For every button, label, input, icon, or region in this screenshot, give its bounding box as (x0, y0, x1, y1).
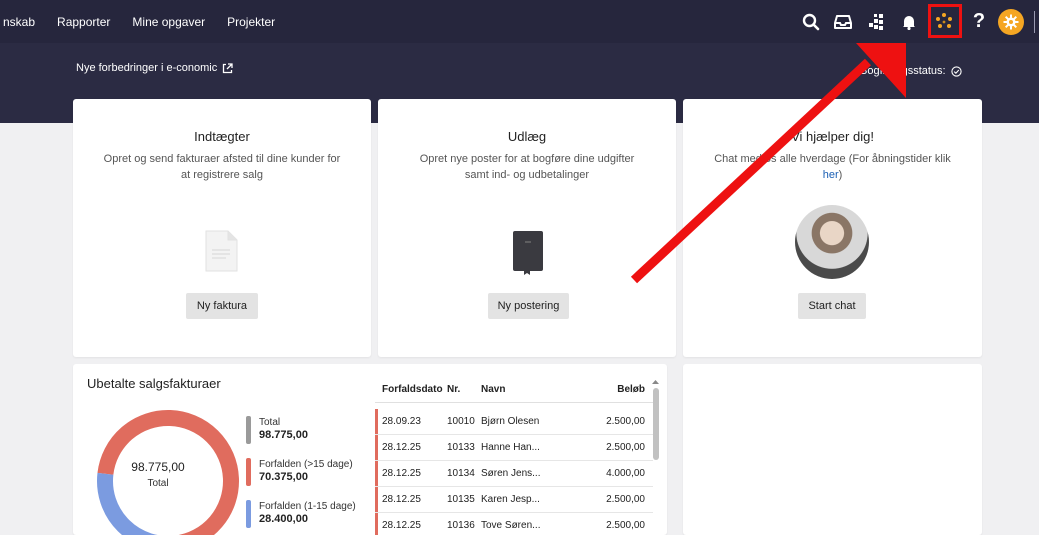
opening-hours-link[interactable]: her (823, 169, 839, 181)
unpaid-invoices-table: Forfaldsdato Nr. Navn Beløb 28.09.23 100… (375, 375, 662, 535)
column-header-number[interactable]: Nr. (447, 384, 481, 395)
cell-due-date: 28.12.25 (382, 520, 421, 531)
legend-swatch-overdue-1-15 (246, 500, 251, 528)
column-header-due-date[interactable]: Forfaldsdato (375, 384, 447, 395)
income-title: Indtægter (194, 129, 250, 144)
top-nav: nskab Rapporter Mine opgaver Projekter ? (0, 0, 1039, 43)
cell-number: 10010 (447, 416, 475, 427)
legend-item-total: Total 98.775,00 (246, 416, 308, 444)
dots-loader-icon[interactable] (924, 0, 964, 43)
column-header-name[interactable]: Navn (481, 384, 561, 395)
nav-icons: ? (796, 0, 1039, 43)
table-header-row: Forfaldsdato Nr. Navn Beløb (375, 377, 653, 403)
table-scrollbar-thumb[interactable] (653, 388, 659, 460)
apps-grid-icon[interactable] (860, 0, 894, 43)
table-row[interactable]: 28.12.25 10134 Søren Jens... 4.000,00 (375, 461, 653, 487)
check-circle-icon (950, 65, 962, 77)
empty-widget-card (683, 364, 982, 535)
overdue-flag (375, 461, 378, 486)
cell-due-date: 28.12.25 (382, 494, 421, 505)
table-row[interactable]: 28.12.25 10136 Tove Søren... 2.500,00 (375, 513, 653, 535)
unpaid-invoices-title: Ubetalte salgsfakturaer (87, 376, 221, 391)
legend-item-overdue-1-15: Forfalden (1-15 dage) 28.400,00 (246, 500, 356, 528)
cell-amount: 2.500,00 (606, 442, 645, 453)
cell-name: Karen Jesp... (481, 494, 540, 505)
news-link-text[interactable]: Nye forbedringer i e-conomic (76, 62, 217, 74)
legend-swatch-total (246, 416, 251, 444)
overdue-flag (375, 487, 378, 512)
donut-total-label: Total (147, 478, 169, 489)
main-menu: nskab Rapporter Mine opgaver Projekter (0, 15, 286, 29)
legend-label-total: Total (259, 417, 281, 428)
help-description-suffix: ) (838, 169, 843, 181)
table-row[interactable]: 28.09.23 10010 Bjørn Olesen 2.500,00 (375, 409, 653, 435)
scroll-up-arrow-icon[interactable] (651, 378, 660, 386)
income-card: Indtægter Opret og send fakturaer afsted… (73, 99, 371, 357)
cell-name: Hanne Han... (481, 442, 540, 453)
legend-value-overdue-1-15: 28.400,00 (259, 513, 308, 525)
help-card: Vi hjælper dig! Chat med os alle hverdag… (683, 99, 982, 357)
cell-number: 10135 (447, 494, 475, 505)
cell-amount: 2.500,00 (606, 494, 645, 505)
nav-divider (1034, 10, 1035, 33)
cell-name: Bjørn Olesen (481, 416, 540, 427)
document-icon (204, 230, 238, 272)
expenses-title: Udlæg (507, 129, 547, 144)
menu-item-regnskab[interactable]: nskab (0, 15, 46, 29)
legend-label-overdue-1-15: Forfalden (1-15 dage) (259, 501, 356, 512)
overdue-flag (375, 513, 378, 535)
booking-status[interactable]: Bogføringsstatus: (860, 65, 962, 77)
settings-gear-icon[interactable] (994, 0, 1028, 43)
cell-number: 10134 (447, 468, 475, 479)
highlight-box (928, 4, 962, 38)
bell-icon[interactable] (894, 0, 924, 43)
cell-due-date: 28.12.25 (382, 468, 421, 479)
cell-amount: 2.500,00 (606, 520, 645, 531)
cell-amount: 4.000,00 (606, 468, 645, 479)
help-description-text: Chat med os alle hverdage (For åbningsti… (714, 153, 951, 165)
booking-status-label: Bogføringsstatus: (860, 65, 946, 77)
cell-number: 10133 (447, 442, 475, 453)
legend-swatch-overdue-15plus (246, 458, 251, 486)
new-posting-button[interactable]: Ny postering (488, 293, 569, 319)
legend-label-overdue-15plus: Forfalden (>15 dage) (259, 459, 353, 470)
expenses-card: Udlæg Opret nye poster for at bogføre di… (378, 99, 676, 357)
column-header-amount[interactable]: Beløb (561, 384, 645, 395)
help-icon[interactable]: ? (964, 0, 994, 43)
income-description: Opret og send fakturaer afsted til dine … (103, 153, 341, 181)
new-invoice-button[interactable]: Ny faktura (186, 293, 258, 319)
table-row[interactable]: 28.12.25 10135 Karen Jesp... 2.500,00 (375, 487, 653, 513)
legend-value-overdue-15plus: 70.375,00 (259, 471, 308, 483)
help-title: Vi hjælper dig! (791, 129, 874, 144)
menu-item-rapporter[interactable]: Rapporter (46, 15, 121, 29)
help-description: Chat med os alle hverdage (For åbningsti… (713, 151, 952, 183)
expenses-description: Opret nye poster for at bogføre dine udg… (419, 153, 635, 181)
inbox-icon[interactable] (826, 0, 860, 43)
menu-item-mine-opgaver[interactable]: Mine opgaver (121, 15, 216, 29)
legend-item-overdue-15plus: Forfalden (>15 dage) 70.375,00 (246, 458, 353, 486)
cell-number: 10136 (447, 520, 475, 531)
external-link-icon (223, 62, 233, 73)
cell-due-date: 28.09.23 (382, 416, 421, 427)
cell-name: Tove Søren... (481, 520, 541, 531)
overdue-flag (375, 409, 378, 434)
overdue-flag (375, 435, 378, 460)
receipt-book-icon (512, 230, 544, 276)
cell-amount: 2.500,00 (606, 416, 645, 427)
legend-value-total: 98.775,00 (259, 429, 308, 441)
news-link[interactable]: Nye forbedringer i e-conomic (76, 62, 233, 74)
menu-item-projekter[interactable]: Projekter (216, 15, 286, 29)
cell-due-date: 28.12.25 (382, 442, 421, 453)
start-chat-button[interactable]: Start chat (798, 293, 866, 319)
donut-total-value: 98.775,00 (131, 460, 185, 474)
search-icon[interactable] (796, 0, 826, 43)
support-agent-avatar (795, 205, 869, 279)
cell-name: Søren Jens... (481, 468, 541, 479)
table-row[interactable]: 28.12.25 10133 Hanne Han... 2.500,00 (375, 435, 653, 461)
